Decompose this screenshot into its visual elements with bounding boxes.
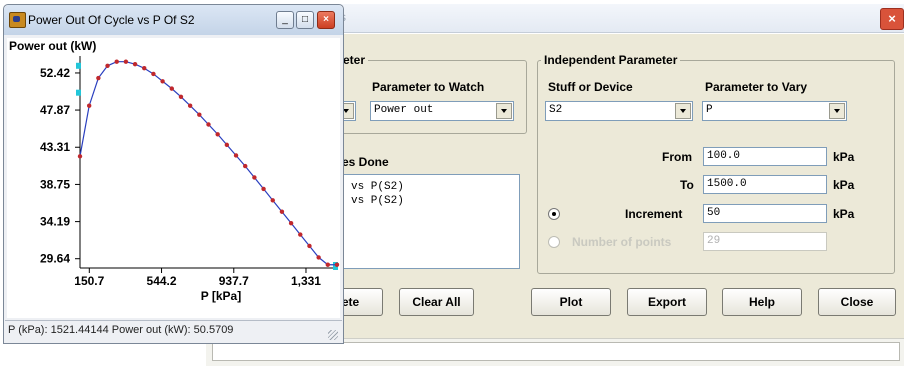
data-point (142, 66, 147, 71)
to-unit: kPa (833, 178, 855, 192)
data-point (206, 122, 211, 127)
y-tick-label: 29.64 (40, 252, 70, 266)
data-point (96, 75, 101, 81)
data-point (215, 132, 220, 137)
clear-all-button[interactable]: Clear All (399, 288, 474, 316)
x-tick-label: 544.2 (147, 274, 177, 288)
number-of-points-label: Number of points (572, 235, 672, 249)
x-tick-label: 1,331 (291, 274, 321, 288)
x-axis-label: P [kPa] (201, 289, 241, 303)
number-of-points-radio[interactable] (548, 236, 560, 248)
data-point (325, 262, 331, 267)
parameter-to-vary-label: Parameter to Vary (705, 80, 808, 94)
minimize-button[interactable]: _ (276, 11, 294, 29)
number-of-points-field[interactable]: 29 (703, 232, 827, 251)
data-point (132, 61, 138, 67)
data-point (298, 232, 303, 237)
x-tick-label: 937.7 (219, 274, 249, 288)
parameter-to-vary-value: P (706, 104, 713, 116)
axis-limit-marker (76, 62, 81, 69)
axis-limit-marker (76, 89, 81, 96)
from-field[interactable]: 100.0 (703, 147, 827, 166)
data-point (160, 79, 165, 84)
list-item[interactable]: vs P(S2) (351, 195, 404, 207)
power-vs-pressure-chart[interactable]: Power out (kW) P [kPa] 52.42 47.87 43.31 38… (7, 38, 340, 318)
data-point (105, 63, 110, 68)
plot-close-button[interactable]: × (317, 11, 335, 29)
data-point (114, 59, 119, 64)
plot-area[interactable]: Power out (kW) P [kPa] 52.42 47.87 43.31 38… (7, 38, 340, 318)
y-tick-label: 34.19 (40, 215, 70, 229)
data-point (151, 71, 156, 77)
y-axis: 52.42 47.87 43.31 38.75 34.19 29.64 (40, 56, 81, 268)
data-point (252, 175, 257, 180)
data-point (197, 112, 202, 117)
y-axis-label: Power out (kW) (9, 39, 96, 53)
cases-done-list[interactable]: vs P(S2) vs P(S2) (334, 174, 520, 269)
parameter-to-watch-label: Parameter to Watch (372, 80, 485, 94)
data-point (86, 103, 92, 108)
x-tick-label: 150.7 (74, 274, 104, 288)
from-label: From (662, 150, 692, 164)
help-button[interactable]: Help (722, 288, 802, 316)
chevron-down-icon (496, 103, 512, 119)
increment-radio[interactable] (548, 208, 560, 220)
stuff-or-device-select[interactable]: S2 (545, 101, 693, 121)
increment-field[interactable]: 50 (703, 204, 827, 223)
chevron-down-icon (829, 103, 845, 119)
data-point (77, 154, 83, 159)
data-point (243, 163, 248, 169)
parameter-to-vary-select[interactable]: P (702, 101, 847, 121)
data-point (334, 262, 340, 267)
plot-button[interactable]: Plot (531, 288, 611, 316)
maximize-button[interactable]: □ (296, 11, 314, 29)
to-field[interactable]: 1500.0 (703, 175, 827, 194)
plot-window-title: Power Out Of Cycle vs P Of S2 (28, 13, 195, 27)
data-point (307, 243, 312, 249)
data-point (169, 86, 174, 91)
data-point (233, 153, 239, 158)
cursor-readout: P (kPa): 1521.44144 Power out (kW): 50.5… (8, 324, 234, 336)
data-point (123, 59, 129, 64)
chevron-down-icon (675, 103, 691, 119)
y-tick-label: 43.31 (40, 140, 70, 154)
data-point (187, 103, 193, 108)
export-button[interactable]: Export (627, 288, 707, 316)
app-icon (9, 12, 26, 28)
close-button[interactable]: Close (818, 288, 896, 316)
data-point (316, 255, 321, 260)
series (77, 59, 340, 267)
dependent-parameter-label: eter (340, 53, 369, 67)
independent-parameter-label: Independent Parameter (541, 53, 681, 67)
dialog-close-button[interactable]: × (880, 8, 904, 30)
y-tick-label: 47.87 (40, 103, 70, 117)
data-point (279, 209, 285, 214)
from-unit: kPa (833, 150, 855, 164)
data-point (224, 142, 230, 148)
x-axis: 150.7 544.2 937.7 1,331 (74, 262, 338, 288)
dialog-status-field (212, 342, 900, 361)
parameter-to-watch-value: Power out (374, 104, 434, 116)
dependent-parameter-group (320, 60, 527, 134)
to-label: To (680, 178, 694, 192)
y-tick-label: 52.42 (40, 66, 70, 80)
cases-done-label: es Done (342, 155, 389, 169)
stuff-or-device-value: S2 (549, 104, 563, 116)
list-item[interactable]: vs P(S2) (351, 181, 404, 193)
parameter-to-watch-select[interactable]: Power out (370, 101, 514, 121)
resize-grip-icon[interactable] (328, 330, 338, 340)
data-point (178, 94, 184, 99)
increment-unit: kPa (833, 207, 855, 221)
data-point (270, 198, 275, 203)
data-point (261, 186, 266, 192)
data-point (288, 220, 294, 226)
increment-label: Increment (625, 207, 683, 221)
y-tick-label: 38.75 (40, 177, 70, 191)
stuff-or-device-label: Stuff or Device (548, 80, 633, 94)
